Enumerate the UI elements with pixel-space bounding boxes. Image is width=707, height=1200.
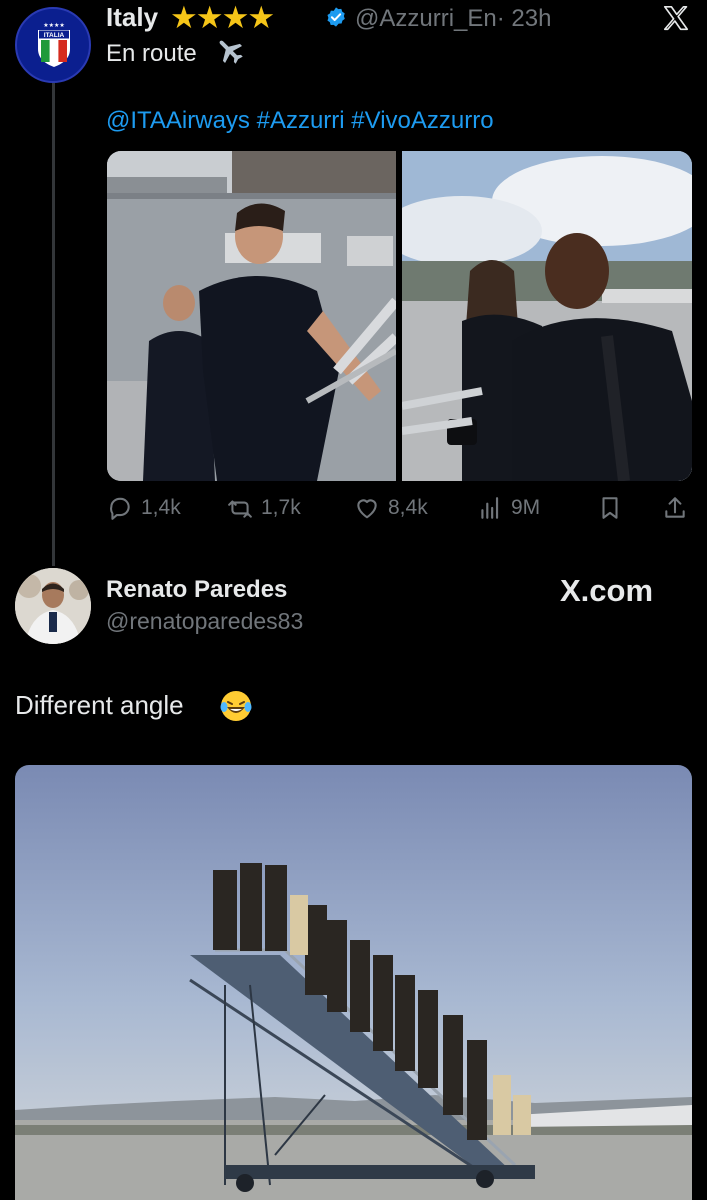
xcom-watermark: X.com [560,573,654,608]
reply-avatar-photo [15,568,91,644]
laughing-tears-icon [220,691,252,721]
bookmark-button[interactable] [597,495,623,521]
reply-bubble-icon [110,497,130,520]
bookmark-icon [602,497,618,519]
repost-button[interactable]: 1,7k [227,495,301,521]
media-photo-right[interactable] [402,151,692,481]
post-text: En route [106,40,197,67]
media-grid[interactable] [107,151,692,481]
reply-author-name[interactable]: Renato Paredes [106,576,287,604]
views-count: 9M [511,496,541,519]
reply-text: Different angle [15,690,184,720]
svg-text:★★★★: ★★★★ [43,22,65,29]
verified-badge-icon [327,7,345,27]
x-logo-icon[interactable] [661,3,691,33]
reply-author-handle[interactable]: @renatoparedes83 [106,608,303,635]
airstair-photo [15,765,692,1200]
media-photo-left[interactable] [107,151,396,481]
photo-players-left [107,151,396,481]
views-button[interactable]: 9M [477,495,540,521]
reply-media[interactable] [15,765,692,1200]
repost-icon [228,500,252,518]
like-button[interactable]: 8,4k [354,495,428,521]
airplane-icon [219,40,243,64]
italia-shield-icon: ★★★★ ITALIA [38,22,70,67]
photo-players-right [402,151,692,481]
reply-button[interactable]: 1,4k [107,495,181,521]
share-icon [665,497,685,518]
heart-icon [357,499,377,519]
like-count: 8,4k [388,496,428,519]
author-star-emoji: ★★★★ [170,0,275,35]
author-avatar[interactable]: ★★★★ ITALIA [15,7,91,83]
author-handle-time[interactable]: @Azzurri_En· 23h [355,5,551,33]
hashtags-link[interactable]: @ITAAirways #Azzurri #VivoAzzurro [106,107,494,135]
reply-count: 1,4k [141,496,181,519]
thread-line [52,82,55,566]
post-action-bar: 1,4k 1,7k 8,4k 9M [107,495,692,525]
author-name[interactable]: Italy [106,2,158,33]
views-chart-icon [481,497,499,519]
repost-count: 1,7k [261,496,301,519]
svg-text:ITALIA: ITALIA [44,32,65,39]
reply-avatar[interactable] [15,568,91,644]
share-button[interactable] [662,495,688,521]
